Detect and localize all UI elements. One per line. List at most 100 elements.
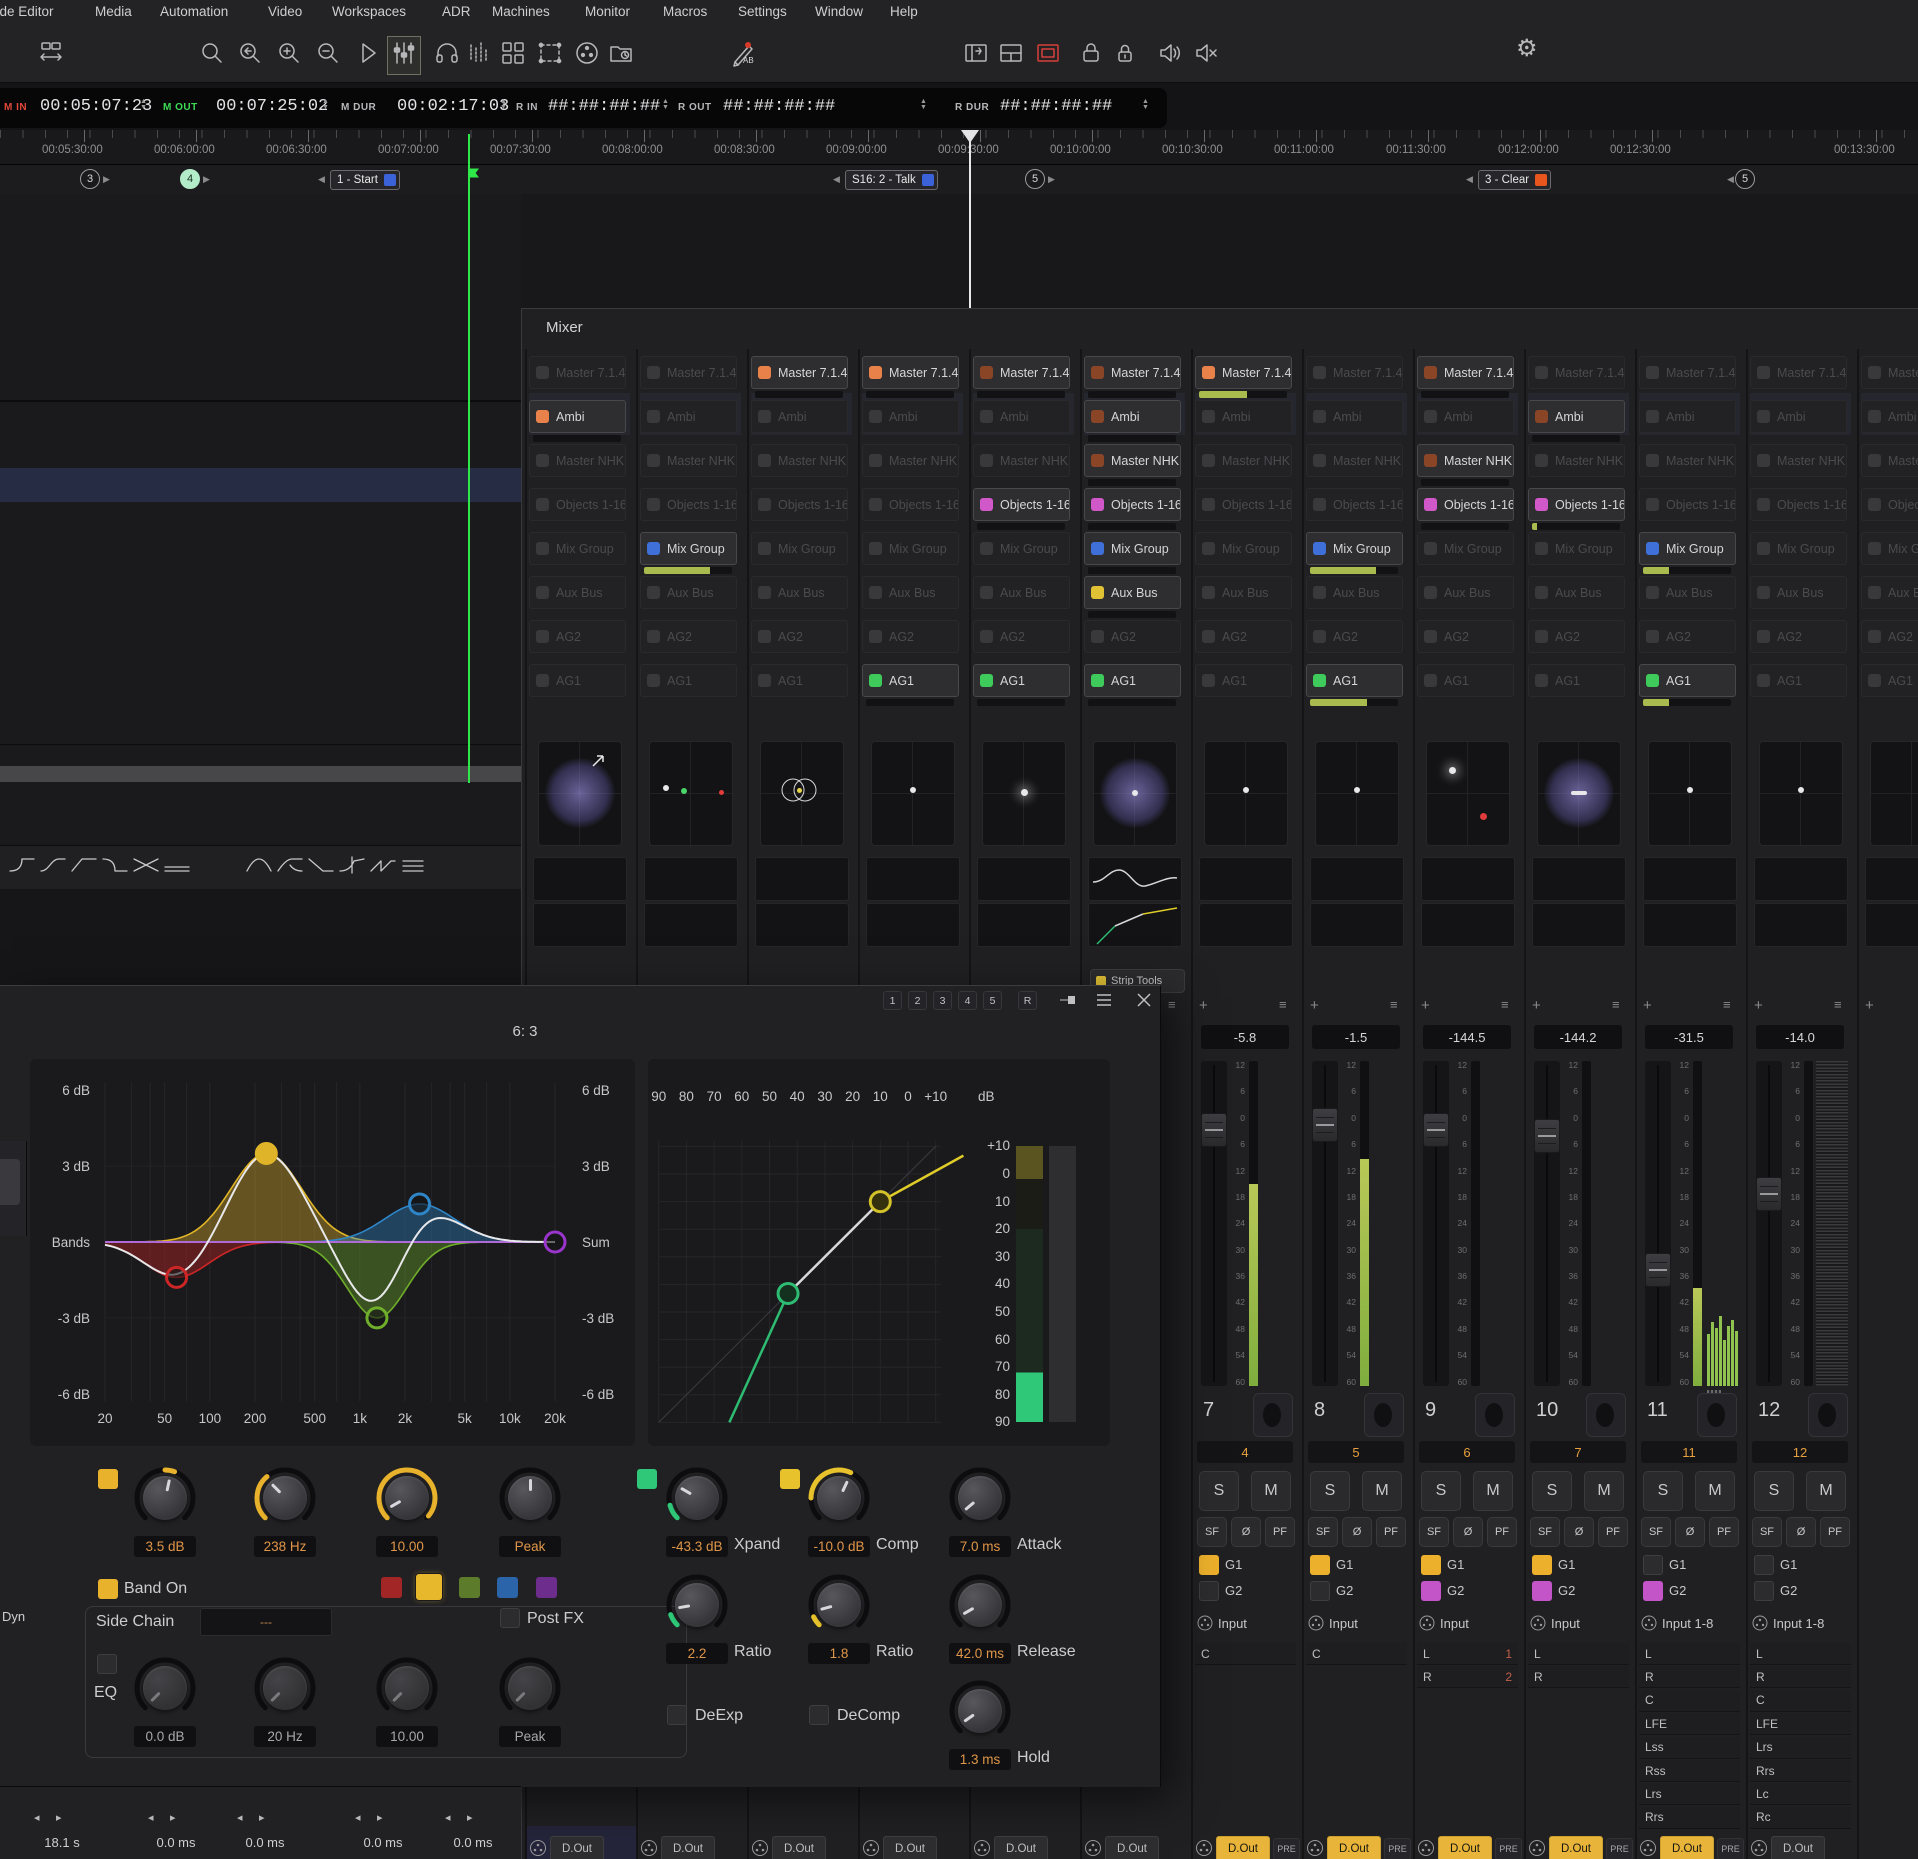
insert-thumbnail-1[interactable] [1532,857,1626,901]
pan-pad[interactable] [1093,741,1177,846]
bus-slot-ag2[interactable]: AG2 [1306,620,1403,653]
sc-eq-checkbox[interactable] [97,1654,117,1674]
bus-slot-master-7-1-4[interactable]: Master 7.1.4 [1306,356,1403,389]
record-arm-button[interactable] [1808,1393,1848,1437]
sc-type-knob[interactable] [498,1656,562,1720]
insert-thumbnail-1[interactable] [644,857,738,901]
bus-slot-aux-bus[interactable]: Aux Bus [1306,576,1403,609]
channel-menu-button[interactable]: ≡ [1279,997,1287,1012]
transition-time-value-1[interactable]: 18.1 s [30,1835,94,1850]
solo-button[interactable]: S [1310,1471,1350,1511]
mute-button[interactable]: M [1695,1471,1735,1511]
bus-slot-objects-1-16[interactable]: Objects 1-16 [862,488,959,521]
direct-out-button[interactable]: D.Out [1327,1836,1381,1859]
bus-slot-master-7-1-4[interactable]: Master 7.1.4 [862,356,959,389]
fade-shape-icon-8[interactable] [276,855,304,880]
bus-slot-ag1[interactable]: AG1 [751,664,848,697]
input-channel-row[interactable]: Lc [1750,1783,1851,1805]
fade-shape-icon-2[interactable] [39,855,67,880]
menu-item-settings[interactable]: Settings [738,4,787,19]
hamburger-icon[interactable] [1095,991,1113,1014]
channel-menu-button[interactable]: ≡ [1612,997,1620,1012]
edit-playhead[interactable] [468,134,470,783]
spinner-left-arrow[interactable]: ◂ [34,1811,40,1824]
input-channel-row[interactable]: Rss [1639,1760,1740,1782]
bus-slot-ambi[interactable]: Ambi [1306,400,1403,433]
bus-slot-master-7-1-4[interactable]: Master 7.1.4 [1639,356,1736,389]
play-icon[interactable] [355,40,381,71]
release-knob-value[interactable]: 42.0 ms [949,1643,1011,1664]
add-insert-button[interactable]: + [1199,997,1208,1014]
xpand-ratio-knob-value[interactable]: 2.2 [666,1643,728,1664]
timecode-spinner-5[interactable]: ▲▼ [1142,99,1149,111]
plugin-preset-3[interactable]: 3 [933,991,952,1010]
mute-button[interactable]: M [1251,1471,1291,1511]
safe-button[interactable]: SF [1308,1517,1338,1547]
bus-slot-ag2[interactable]: AG2 [1750,620,1847,653]
playhead-handle[interactable] [961,130,979,143]
input-channel-row[interactable]: LFE [1639,1713,1740,1735]
bus-slot-master-7-1-4[interactable]: Master 7.1.4 [529,356,626,389]
timecode-value-5[interactable]: ##:##:##:## [1000,97,1112,116]
spinner-left-arrow[interactable]: ◂ [148,1811,154,1824]
pre-button[interactable]: PRE [1384,1838,1411,1859]
fader-track[interactable] [1201,1061,1227,1386]
pre-button[interactable]: PRE [1273,1838,1300,1859]
input-channel-row[interactable]: Lss [1639,1737,1740,1759]
fade-shape-icon-4[interactable] [101,855,129,880]
bus-slot-mix-group[interactable]: Mix Group [640,532,737,565]
record-arm-button[interactable] [1253,1393,1293,1437]
mixer-icon[interactable] [387,36,421,75]
group-2-checkbox[interactable] [1310,1581,1330,1601]
insert-thumbnail-1[interactable] [755,857,849,901]
spinner-right-arrow[interactable]: ▸ [259,1811,265,1824]
input-channel-row[interactable]: L [1528,1643,1629,1665]
record-arm-button[interactable] [1475,1393,1515,1437]
timeline-ruler[interactable]: 00:05:30:0000:06:00:0000:06:30:0000:07:0… [0,130,1918,165]
marquee-icon[interactable] [537,40,563,71]
group-1-checkbox[interactable] [1310,1555,1330,1575]
timecode-spinner-2[interactable]: ▲▼ [500,99,507,111]
group-2-checkbox[interactable] [1199,1581,1219,1601]
group-2-checkbox[interactable] [1754,1581,1774,1601]
bus-slot-mix-group[interactable]: Mix Group [1528,532,1625,565]
group-1-checkbox[interactable] [1421,1555,1441,1575]
bus-slot-ambi[interactable]: Ambi [973,400,1070,433]
phase-button[interactable]: Ø [1453,1517,1483,1547]
bus-slot-master-nhk[interactable]: Master NHK [751,444,848,477]
fader-handle[interactable] [1534,1119,1560,1153]
menu-item-macros[interactable]: Macros [663,4,707,19]
pan-pad[interactable] [871,741,955,846]
timecode-spinner-0[interactable]: ▲▼ [140,99,147,111]
hold-knob[interactable] [948,1679,1012,1743]
band-on-checkbox[interactable] [98,1579,118,1599]
record-arm-button[interactable] [1586,1393,1626,1437]
insert-thumbnail-1[interactable] [1754,857,1848,901]
eq-type-knob[interactable] [498,1466,562,1530]
bus-slot-ambi[interactable]: Ambi [529,400,626,433]
timecode-spinner-1[interactable]: ▲▼ [322,99,329,111]
menu-item-help[interactable]: Help [890,4,918,19]
phase-button[interactable]: Ø [1564,1517,1594,1547]
lock-icon[interactable] [1078,40,1104,71]
bus-slot-ambi[interactable]: Ambi [1861,400,1918,433]
bus-slot-master-nhk[interactable]: Master NHK [1084,444,1181,477]
bus-slot-ag1[interactable]: AG1 [1417,664,1514,697]
insert-thumbnail-1[interactable] [1421,857,1515,901]
bus-slot-master-nhk[interactable]: Master NHK [973,444,1070,477]
eq-gain-knob-value[interactable]: 3.5 dB [134,1536,196,1557]
direct-out-button[interactable]: D.Out [994,1836,1048,1859]
direct-out-button[interactable]: D.Out [772,1836,826,1859]
group-1-checkbox[interactable] [1532,1555,1552,1575]
phase-button[interactable]: Ø [1231,1517,1261,1547]
sc-freq-knob-value[interactable]: 20 Hz [254,1726,316,1747]
bus-slot-aux-bus[interactable]: Aux Bus [751,576,848,609]
xpand-knob-value[interactable]: -43.3 dB [666,1536,728,1557]
add-insert-button[interactable]: + [1421,997,1430,1014]
fader-handle[interactable] [1645,1253,1671,1287]
insert-thumbnail-2[interactable] [1643,903,1737,947]
bus-slot-ag2[interactable]: AG2 [1195,620,1292,653]
menu-item-machines[interactable]: Machines [492,4,550,19]
eq-freq-knob[interactable] [253,1466,317,1530]
bus-slot-objects-1-16[interactable]: Objects 1-16 [1861,488,1918,521]
